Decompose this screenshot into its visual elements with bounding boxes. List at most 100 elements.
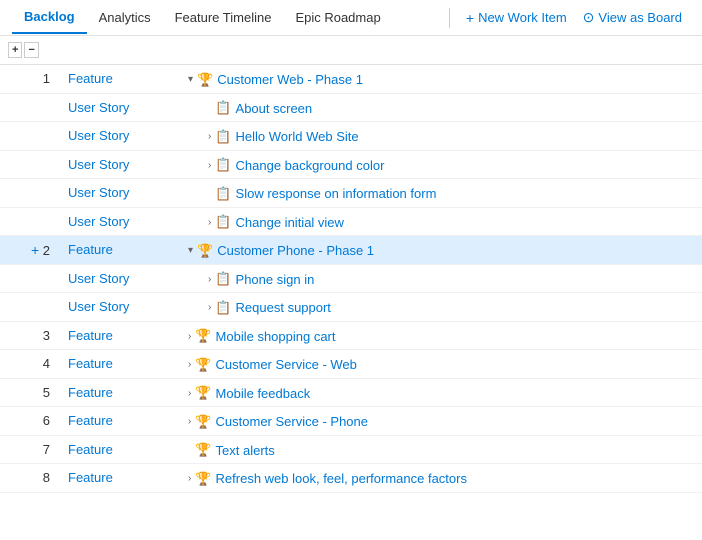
title-text[interactable]: Hello World Web Site: [236, 129, 359, 144]
expand-icon[interactable]: ›: [208, 274, 211, 285]
order-cell: 6: [0, 407, 60, 436]
title-cell: ›🏆Text alerts: [180, 435, 702, 464]
expand-icon[interactable]: ▾: [188, 245, 193, 256]
order-cell: [0, 150, 60, 179]
table-header: + −: [0, 36, 702, 65]
nav-tab-feature-timeline[interactable]: Feature Timeline: [163, 2, 284, 33]
table-row: User Story › 📋 Change background color: [0, 150, 702, 179]
nav-separator: [449, 8, 450, 28]
order-cell: [0, 93, 60, 122]
title-cell: › 🏆 Refresh web look, feel, performance fa…: [180, 464, 702, 493]
type-cell: Feature: [60, 435, 180, 464]
expand-all-icon[interactable]: +: [8, 42, 22, 58]
expand-icon[interactable]: ›: [188, 416, 191, 427]
title-cell: ›📋Slow response on information form: [180, 179, 702, 208]
story-icon: 📋: [215, 157, 231, 173]
table-row: User Story›📋About screen: [0, 93, 702, 122]
type-cell: User Story: [60, 293, 180, 322]
work-item-type: User Story: [68, 214, 129, 229]
nav-tab-backlog[interactable]: Backlog: [12, 1, 87, 34]
nav-action-view-as-board[interactable]: ⊙View as Board: [575, 5, 690, 30]
action-icon: ⊙: [583, 9, 595, 26]
title-text[interactable]: Mobile feedback: [216, 386, 311, 401]
title-text[interactable]: Phone sign in: [236, 272, 315, 287]
order-value: 8: [43, 470, 50, 485]
expand-icon[interactable]: ▾: [188, 74, 193, 85]
title-text[interactable]: Customer Web - Phase 1: [217, 72, 363, 87]
order-cell: [0, 179, 60, 208]
feature-icon: 🏆: [195, 385, 211, 401]
order-value: 2: [43, 243, 50, 258]
collapse-all-icon[interactable]: −: [24, 42, 38, 58]
nav-tab-epic-roadmap[interactable]: Epic Roadmap: [283, 2, 392, 33]
feature-icon: 🏆: [195, 328, 211, 344]
title-text[interactable]: About screen: [236, 101, 313, 116]
expand-icon[interactable]: ›: [188, 388, 191, 399]
title-text[interactable]: Customer Service - Phone: [216, 414, 368, 429]
order-value: 5: [43, 385, 50, 400]
type-cell: Feature: [60, 321, 180, 350]
action-icon: +: [466, 10, 474, 26]
add-row-btn[interactable]: +: [31, 242, 39, 258]
table-row: User Story ›📋Change initial view: [0, 207, 702, 236]
title-text[interactable]: Refresh web look, feel, performance fact…: [216, 471, 467, 486]
expand-icon[interactable]: ›: [208, 131, 211, 142]
work-item-type: User Story: [68, 185, 129, 200]
feature-icon: 🏆: [195, 414, 211, 430]
type-cell: Feature: [60, 65, 180, 94]
title-cell: › 📋 Change background color: [180, 150, 702, 179]
title-text[interactable]: Slow response on information form: [236, 186, 437, 201]
title-text[interactable]: Customer Service - Web: [216, 357, 357, 372]
header-controls: + −: [0, 36, 60, 65]
table-wrap: + − 1Feature▾🏆Customer Web - Phase 1User…: [0, 36, 702, 493]
expand-icon[interactable]: ›: [208, 160, 211, 171]
feature-icon: 🏆: [197, 72, 213, 88]
table-row: User Story › 📋 Request support: [0, 293, 702, 322]
order-cell: [0, 122, 60, 151]
order-value: 4: [43, 356, 50, 371]
title-cell: › 🏆 Customer Service - Phone: [180, 407, 702, 436]
title-text[interactable]: Change background color: [236, 158, 385, 173]
title-text[interactable]: Request support: [236, 300, 331, 315]
expand-icon[interactable]: ›: [208, 302, 211, 313]
order-cell: 1: [0, 65, 60, 94]
work-item-type: Feature: [68, 413, 113, 428]
order-cell: 5: [0, 378, 60, 407]
feature-icon: 🏆: [195, 357, 211, 373]
order-cell: [0, 207, 60, 236]
title-cell: ›📋Hello World Web Site: [180, 122, 702, 151]
table-row: 5Feature›🏆Mobile feedback: [0, 378, 702, 407]
title-text[interactable]: Mobile shopping cart: [216, 329, 336, 344]
expand-icon[interactable]: ›: [188, 331, 191, 342]
nav-tab-analytics[interactable]: Analytics: [87, 2, 163, 33]
expand-icon[interactable]: ›: [208, 217, 211, 228]
action-label: View as Board: [598, 10, 682, 25]
feature-icon: 🏆: [195, 442, 211, 458]
work-item-type: Feature: [68, 442, 113, 457]
work-item-type: User Story: [68, 157, 129, 172]
feature-icon: 🏆: [197, 243, 213, 259]
title-text[interactable]: Text alerts: [216, 443, 275, 458]
title-cell: ▾ 🏆 Customer Phone - Phase 1: [180, 236, 702, 265]
feature-icon: 🏆: [195, 471, 211, 487]
table-row: User Story›📋Hello World Web Site: [0, 122, 702, 151]
expand-icon[interactable]: ›: [188, 473, 191, 484]
title-cell: ›📋Change initial view: [180, 207, 702, 236]
order-cell: 3: [0, 321, 60, 350]
type-header: [60, 36, 180, 65]
title-text[interactable]: Customer Phone - Phase 1: [217, 243, 374, 258]
table-row: 1Feature ▾ 🏆 Customer Web - Phase 1: [0, 65, 702, 94]
table-row: 3 Feature › 🏆 Mobile shopping cart: [0, 321, 702, 350]
type-cell: Feature: [60, 407, 180, 436]
order-cell: + 2: [0, 236, 60, 265]
title-cell: › 🏆 Customer Service - Web: [180, 350, 702, 379]
type-cell: User Story: [60, 122, 180, 151]
order-cell: [0, 293, 60, 322]
title-text[interactable]: Change initial view: [236, 215, 344, 230]
nav-action-new-work-item[interactable]: +New Work Item: [458, 6, 575, 30]
backlog-table: + − 1Feature▾🏆Customer Web - Phase 1User…: [0, 36, 702, 493]
type-cell: User Story: [60, 264, 180, 293]
order-value: 3: [43, 328, 50, 343]
story-icon: 📋: [215, 300, 231, 316]
expand-icon[interactable]: ›: [188, 359, 191, 370]
